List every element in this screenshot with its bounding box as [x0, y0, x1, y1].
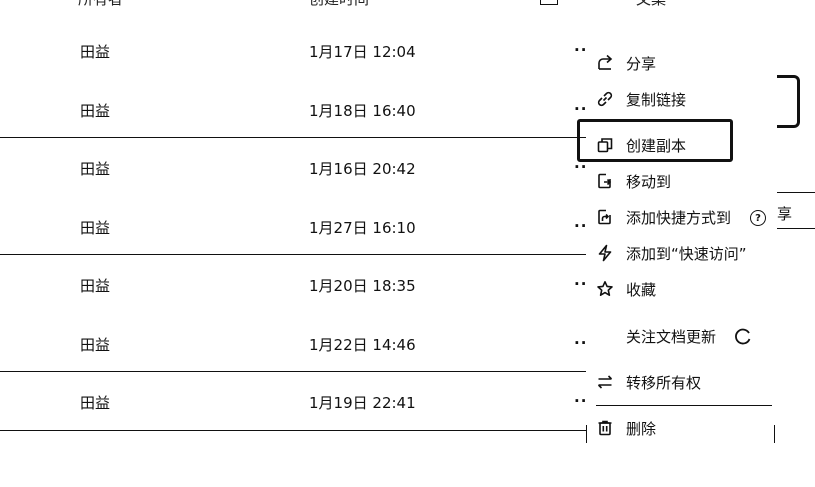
- row-created: 1月22日 14:46: [309, 336, 416, 354]
- transfer-icon: [596, 373, 614, 391]
- menu-item-label: 移动到: [626, 172, 672, 191]
- table-row[interactable]: 田益 1月22日 14:46 ··: [0, 334, 590, 392]
- menu-item-label: 收藏: [626, 280, 657, 299]
- row-divider: [0, 137, 590, 138]
- menu-item-label: 添加快捷方式到: [626, 208, 732, 227]
- row-owner: 田益: [80, 394, 111, 412]
- row-owner: 田益: [80, 336, 111, 354]
- header-owner: 所有者: [78, 0, 123, 9]
- link-icon: [596, 90, 614, 108]
- menu-item-label: 分享: [626, 54, 657, 73]
- selection-highlight: [577, 119, 733, 162]
- table-header: 所有者 创建时间 文案: [0, 0, 815, 8]
- menu-item-share[interactable]: 分享: [596, 51, 771, 75]
- shortcut-icon: [596, 208, 614, 226]
- header-sort-icon[interactable]: [540, 0, 558, 5]
- right-panel-divider: [777, 192, 815, 193]
- row-owner: 田益: [80, 219, 111, 237]
- row-created: 1月19日 22:41: [309, 394, 416, 412]
- right-panel-divider: [777, 228, 815, 229]
- row-owner: 田益: [80, 160, 111, 178]
- header-folder: 文案: [636, 0, 666, 9]
- menu-item-delete[interactable]: 删除: [596, 416, 771, 440]
- menu-border: [586, 425, 587, 443]
- row-created: 1月27日 16:10: [309, 219, 416, 237]
- row-owner: 田益: [80, 43, 111, 61]
- share-icon: [596, 54, 614, 72]
- menu-item-add-shortcut[interactable]: 添加快捷方式到: [596, 205, 771, 229]
- menu-item-label: 添加到“快速访问”: [626, 244, 747, 263]
- lightning-icon: [596, 244, 614, 262]
- menu-item-move-to[interactable]: 移动到: [596, 169, 771, 193]
- menu-item-quick-access[interactable]: 添加到“快速访问”: [596, 241, 771, 265]
- table-row[interactable]: 田益 1月19日 22:41 ··: [0, 392, 590, 450]
- menu-item-label: 删除: [626, 419, 657, 438]
- row-created: 1月20日 18:35: [309, 277, 416, 295]
- help-icon[interactable]: ?: [750, 210, 766, 226]
- row-owner: 田益: [80, 102, 111, 120]
- table-row[interactable]: 田益 1月18日 16:40 ··: [0, 100, 590, 158]
- menu-item-label: 复制链接: [626, 90, 687, 109]
- table-row[interactable]: 田益 1月16日 20:42 ··: [0, 158, 590, 216]
- row-created: 1月17日 12:04: [309, 43, 416, 61]
- menu-border: [774, 425, 775, 443]
- header-created: 创建时间: [309, 0, 369, 9]
- move-icon: [596, 172, 614, 190]
- table-row[interactable]: 田益 1月27日 16:10 ··: [0, 217, 590, 275]
- menu-item-favorite[interactable]: 收藏: [596, 277, 771, 301]
- right-panel-fragment: [777, 75, 800, 128]
- row-created: 1月16日 20:42: [309, 160, 416, 178]
- menu-item-copy-link[interactable]: 复制链接: [596, 87, 771, 111]
- row-created: 1月18日 16:40: [309, 102, 416, 120]
- table-row[interactable]: 田益 1月17日 12:04 ··: [0, 41, 590, 99]
- row-divider: [0, 371, 590, 372]
- right-panel-share-label[interactable]: 享: [777, 203, 792, 224]
- menu-item-label: 转移所有权: [626, 373, 702, 392]
- menu-item-transfer-ownership[interactable]: 转移所有权: [596, 370, 771, 394]
- menu-divider: [596, 405, 772, 406]
- star-icon: [596, 280, 614, 298]
- loading-icon: [735, 328, 751, 345]
- table-row[interactable]: 田益 1月20日 18:35 ··: [0, 275, 590, 333]
- trash-icon: [596, 419, 614, 437]
- menu-item-label: 关注文档更新: [626, 327, 717, 346]
- row-divider: [0, 430, 590, 431]
- row-owner: 田益: [80, 277, 111, 295]
- row-divider: [0, 254, 590, 255]
